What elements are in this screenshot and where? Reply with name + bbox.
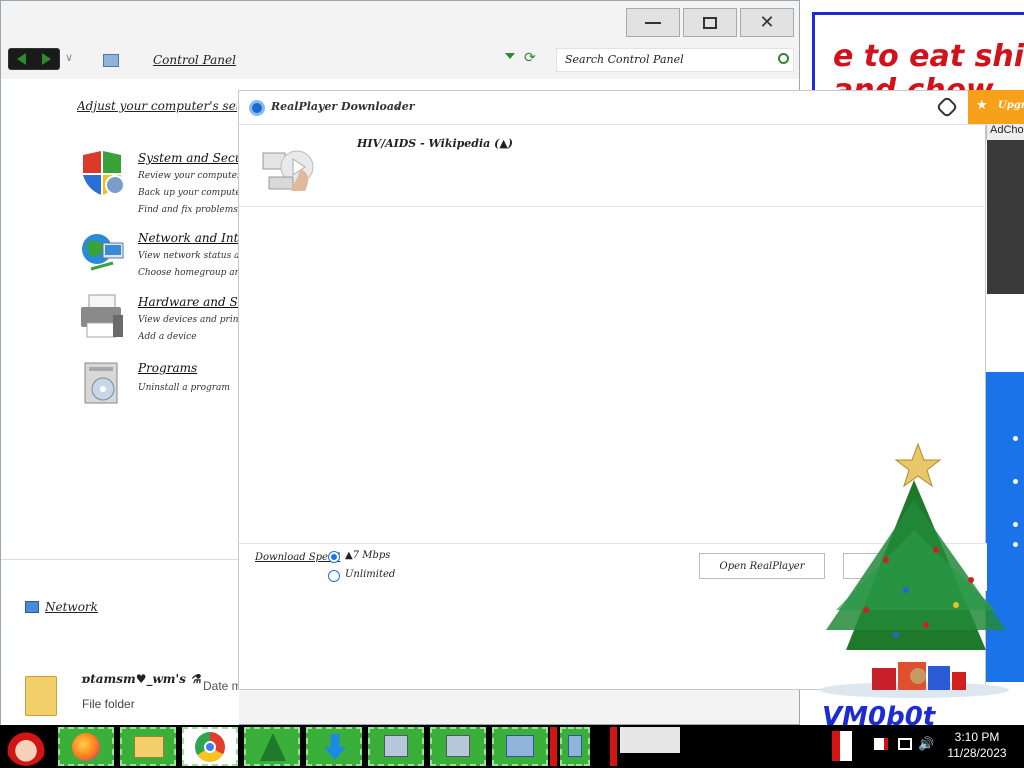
category-link[interactable]: Uninstall a program — [138, 383, 230, 393]
restore-button[interactable] — [683, 8, 737, 37]
upgrade-tab[interactable]: ★ Upgr — [968, 90, 1024, 124]
globe-network-icon — [79, 229, 127, 277]
system-clock[interactable]: 3:10 PM 11/28/2023 — [938, 729, 1016, 761]
speed-option-label[interactable]: Unlimited — [345, 569, 395, 580]
download-item-title[interactable]: HIV/AIDS - Wikipedia (▲) — [357, 137, 513, 150]
file-explorer-icon — [134, 736, 164, 758]
downloader-header: RealPlayer Downloader ⌄ — [239, 91, 987, 125]
refresh-icon[interactable]: ⟳ — [524, 50, 536, 66]
item-type: File folder — [82, 697, 135, 711]
category-link[interactable]: View devices and printers — [138, 315, 238, 325]
link-icon[interactable] — [935, 95, 959, 119]
firefox-icon — [72, 733, 100, 761]
realplayer-logo-icon — [249, 100, 265, 116]
programs-box-icon — [79, 359, 127, 407]
video-thumbnail-icon — [261, 139, 317, 195]
volume-icon[interactable]: 🔊 — [918, 737, 934, 752]
control-panel-icon — [568, 735, 582, 757]
printer-icon — [79, 293, 127, 341]
category-link[interactable]: Back up your computer — [138, 188, 238, 198]
category-link[interactable]: Find and fix problems — [138, 205, 238, 215]
category-link[interactable]: Add a device — [138, 332, 238, 342]
close-icon: ✕ — [759, 12, 775, 33]
speed-radio-limited[interactable] — [328, 551, 340, 563]
address-dropdown-icon[interactable] — [505, 53, 515, 59]
title-bar[interactable]: ✕ — [1, 1, 799, 41]
taskbar-firefox[interactable] — [58, 727, 114, 766]
taskbar-chrome[interactable] — [182, 727, 238, 766]
control-panel-small-icon — [103, 53, 119, 67]
control-panel-icon — [506, 735, 534, 757]
chevron-down-icon[interactable]: ⌄ — [391, 97, 403, 113]
taskbar-file-explorer[interactable] — [120, 727, 176, 766]
taskbar-network-setup-2[interactable] — [430, 727, 486, 766]
taskbar: 🔊 — [0, 725, 1024, 768]
category-link[interactable]: View network status and tasks — [138, 251, 238, 261]
folder-name[interactable]: ɒtamsm♥_wm's ⚗ — [81, 672, 201, 686]
restore-icon — [703, 16, 717, 29]
taskbar-control-panel-2[interactable] — [560, 727, 590, 766]
speed-option-label[interactable]: ▲7 Mbps — [345, 550, 390, 561]
santa-start-icon[interactable] — [6, 728, 46, 766]
address-text: Control Panel — [153, 53, 236, 67]
folder-icon — [25, 676, 57, 716]
nav-item-label: Network — [45, 600, 98, 614]
upgrade-label: Upgr — [998, 100, 1024, 111]
address-bar[interactable]: Control Panel — [103, 48, 543, 72]
category-title[interactable]: Hardware and Sound — [138, 295, 238, 309]
navigation-bar: ∨ Control Panel ⟳ Search Control Panel — [1, 41, 799, 79]
category-title[interactable]: System and Security — [138, 151, 238, 165]
search-placeholder: Search Control Panel — [565, 53, 684, 66]
taskbar-network-setup-1[interactable] — [368, 727, 424, 766]
explorer-pane: Network ɒtamsm♥_wm's ⚗ File folder — [1, 559, 239, 726]
close-button[interactable]: ✕ — [740, 8, 794, 37]
network-tray-icon[interactable] — [898, 738, 912, 750]
date-column-header[interactable]: Date m — [203, 679, 242, 693]
back-arrow-icon[interactable] — [17, 53, 26, 65]
taskbar-downloader[interactable] — [306, 727, 362, 766]
network-setup-icon — [384, 735, 408, 757]
network-icon — [25, 601, 39, 613]
speed-radio-unlimited[interactable] — [328, 570, 340, 582]
back-forward-buttons[interactable] — [8, 48, 60, 70]
recent-pages-chevron-icon[interactable]: ∨ — [65, 51, 73, 64]
category-link[interactable]: Choose homegroup and sharing — [138, 268, 238, 278]
nav-item-network[interactable]: Network — [25, 600, 98, 614]
taskbar-blank-item[interactable] — [620, 727, 680, 753]
download-item[interactable]: HIV/AIDS - Wikipedia (▲) — [239, 125, 987, 207]
minimize-button[interactable] — [626, 8, 680, 37]
search-input[interactable]: Search Control Panel — [556, 48, 794, 72]
category-title[interactable]: Programs — [138, 361, 197, 375]
taskbar-christmas-tree[interactable] — [244, 727, 300, 766]
adchoices-label[interactable]: AdChoi — [986, 124, 1024, 140]
page-title: Adjust your computer's settings — [77, 99, 237, 113]
shield-icon — [79, 149, 127, 197]
action-center-icon[interactable] — [874, 738, 888, 750]
star-icon: ★ — [976, 98, 988, 113]
clock-time: 3:10 PM — [954, 730, 1000, 744]
christmas-tree-decoration — [819, 442, 1009, 698]
minimize-icon — [645, 21, 661, 24]
category-link[interactable]: Review your computer's status — [138, 171, 238, 181]
tray-red-flag — [832, 731, 852, 761]
category-title[interactable]: Network and Internet — [138, 231, 238, 245]
christmas-tree-icon — [260, 733, 286, 761]
clock-date: 11/28/2023 — [947, 746, 1007, 760]
forward-arrow-icon[interactable] — [42, 53, 51, 65]
ad-banner[interactable] — [987, 140, 1024, 294]
search-icon[interactable] — [778, 53, 789, 64]
speech-bubble: e to eat shit and chew — [812, 12, 1024, 94]
network-setup-icon — [446, 735, 470, 757]
download-arrow-icon — [324, 734, 346, 760]
taskbar-control-panel[interactable] — [492, 727, 548, 766]
